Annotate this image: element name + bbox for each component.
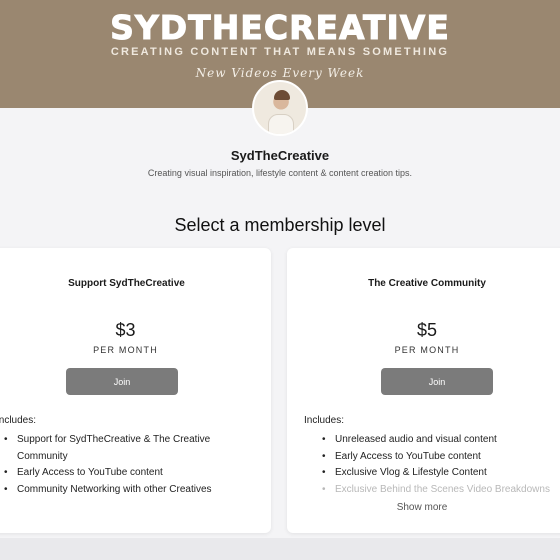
benefit-item: Support for SydTheCreative & The Creativ…	[4, 432, 234, 465]
join-button[interactable]: Join	[381, 368, 493, 395]
tier-price: $3	[115, 320, 136, 340]
includes-label: Includes:	[0, 415, 37, 426]
creator-avatar	[252, 80, 308, 136]
benefit-item: Early Access to YouTube content	[4, 465, 234, 482]
benefit-item: Community Networking with other Creative…	[4, 482, 234, 499]
benefit-item: Exclusive Behind the Scenes Video Breakd…	[322, 482, 560, 499]
tier-price: $5	[416, 320, 438, 340]
benefit-item: Exclusive Vlog & Lifestyle Content	[322, 465, 560, 482]
creator-name: SydTheCreative	[230, 148, 330, 163]
tier-period: PER MONTH	[93, 345, 158, 355]
banner-script-text: New Videos Every Week	[195, 66, 365, 80]
tier-card-creative-community: The Creative Community $5 PER MONTH Join…	[287, 248, 560, 533]
benefit-list: Support for SydTheCreative & The Creativ…	[4, 432, 234, 498]
page-footer-edge	[0, 538, 560, 560]
tier-name: Support SydTheCreative	[68, 278, 185, 289]
banner-title: SYDTHECREATIVE	[110, 8, 450, 48]
benefit-item: Unreleased audio and visual content	[322, 432, 560, 449]
includes-label: Includes:	[304, 415, 345, 426]
page-title: Select a membership level	[174, 215, 386, 235]
show-more-link[interactable]: Show more	[287, 502, 560, 513]
banner-subtitle: CREATING CONTENT THAT MEANS SOMETHING	[110, 46, 450, 58]
benefit-item: Early Access to YouTube content	[322, 449, 560, 466]
benefit-list: Unreleased audio and visual content Earl…	[322, 432, 560, 498]
join-button[interactable]: Join	[66, 368, 178, 395]
tier-card-support: Support SydTheCreative $3 PER MONTH Join…	[0, 248, 271, 533]
tier-name: The Creative Community	[368, 278, 486, 289]
tier-period: PER MONTH	[394, 345, 460, 355]
creator-description: Creating visual inspiration, lifestyle c…	[147, 168, 413, 178]
